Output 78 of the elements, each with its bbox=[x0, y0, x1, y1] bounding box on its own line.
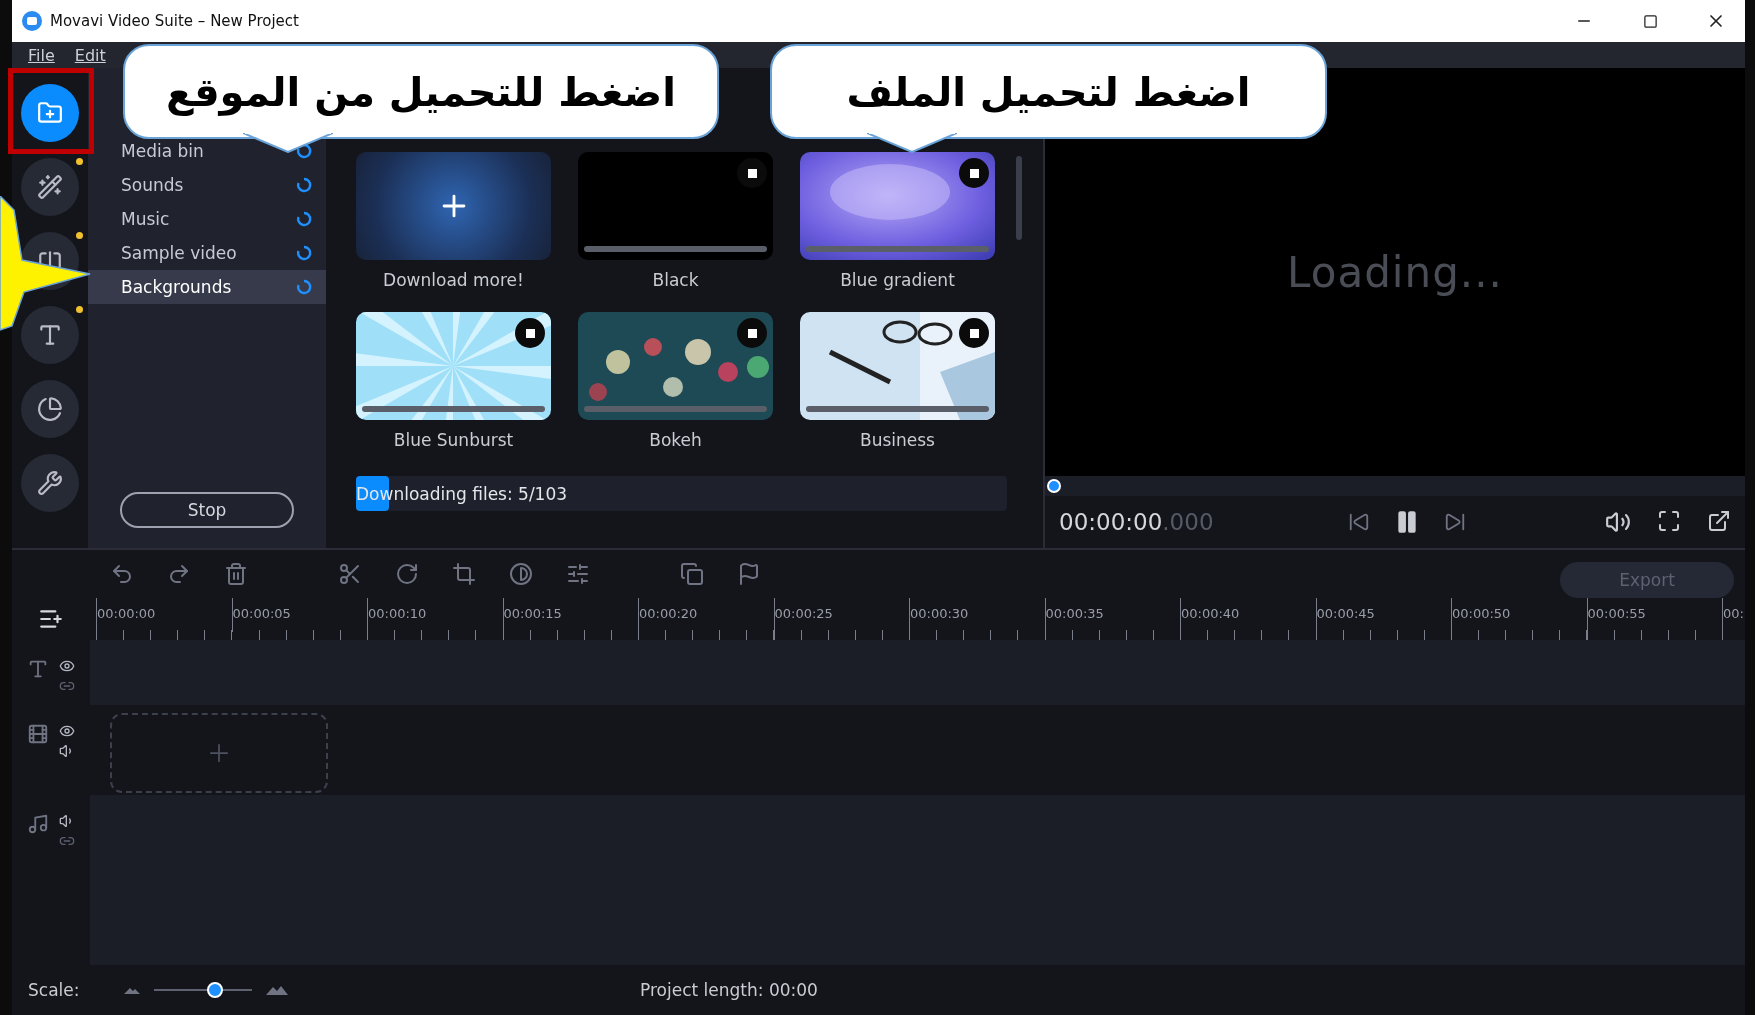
window-title: Movavi Video Suite – New Project bbox=[50, 12, 300, 30]
crop-icon[interactable] bbox=[452, 562, 476, 586]
category-item[interactable]: Sample video bbox=[88, 236, 326, 270]
ruler-label: 00:00:25 bbox=[773, 598, 909, 632]
scissors-icon[interactable] bbox=[338, 562, 362, 586]
text-size-icon bbox=[37, 322, 63, 348]
callout-text: اضغط لتحميل الملف bbox=[846, 68, 1251, 115]
ruler-label: 00:00:20 bbox=[638, 598, 774, 632]
category-item[interactable]: Sounds bbox=[88, 168, 326, 202]
ruler-label: 00:00:55 bbox=[1586, 598, 1722, 632]
fullscreen-icon[interactable] bbox=[1657, 509, 1681, 533]
loading-text: Loading... bbox=[1287, 247, 1503, 297]
thumbnail-label: Bokeh bbox=[649, 430, 702, 450]
scrollbar-thumb[interactable] bbox=[1016, 156, 1022, 240]
volume-icon[interactable] bbox=[1605, 509, 1631, 535]
thumbnail-label: Black bbox=[652, 270, 699, 290]
previous-icon[interactable] bbox=[1348, 511, 1370, 533]
project-length: Project length: 00:00 bbox=[640, 980, 818, 1000]
ruler-label: 00:00:10 bbox=[367, 598, 503, 632]
thumbnail-label: Blue gradient bbox=[840, 270, 955, 290]
spinner-icon bbox=[296, 245, 312, 261]
new-dot bbox=[76, 232, 83, 239]
redo-icon[interactable] bbox=[167, 562, 191, 586]
zoom-out-icon[interactable] bbox=[124, 986, 140, 994]
ruler-label: 00:00:35 bbox=[1044, 598, 1180, 632]
scale-label: Scale: bbox=[28, 980, 81, 1000]
slider-thumb[interactable] bbox=[206, 982, 223, 998]
spinner-icon bbox=[296, 177, 312, 193]
spinner-icon bbox=[296, 279, 312, 295]
eye-icon[interactable] bbox=[59, 723, 75, 739]
text-track-icon bbox=[27, 658, 49, 680]
spinner-icon bbox=[296, 143, 312, 159]
ruler-label: 00:00:15 bbox=[502, 598, 638, 632]
thumbnail-label: Blue Sunburst bbox=[393, 430, 514, 450]
maximize-icon[interactable] bbox=[1642, 13, 1658, 29]
music-icon bbox=[27, 813, 49, 835]
new-dot bbox=[76, 158, 83, 165]
detach-icon[interactable] bbox=[1707, 509, 1731, 533]
overlay-icon[interactable] bbox=[680, 562, 704, 586]
add-clip-zone[interactable] bbox=[110, 713, 328, 793]
callout-text: اضغط للتحميل من الموقع bbox=[166, 68, 676, 115]
film-icon bbox=[27, 723, 49, 745]
thumbnail-label: Business bbox=[860, 430, 935, 450]
seek-thumb[interactable] bbox=[1047, 479, 1061, 493]
sliders-icon[interactable] bbox=[566, 562, 590, 586]
ruler-label: 00:00:40 bbox=[1180, 598, 1316, 632]
spinner-icon bbox=[296, 211, 312, 227]
download-more-tile[interactable] bbox=[356, 152, 551, 260]
ruler-label: 00:00:30 bbox=[909, 598, 1045, 632]
app-logo-icon bbox=[22, 11, 42, 31]
magic-wand-icon bbox=[37, 174, 63, 200]
next-icon[interactable] bbox=[1444, 511, 1466, 533]
thumbnail-label: Download more! bbox=[383, 270, 524, 290]
flag-icon[interactable] bbox=[737, 562, 761, 586]
timecode: 00:00:00.000 bbox=[1059, 509, 1215, 535]
zoom-in-icon[interactable] bbox=[266, 985, 288, 995]
ruler-label: 00:00:00 bbox=[96, 598, 232, 632]
ruler-label: 00: bbox=[1722, 598, 1745, 632]
contrast-icon[interactable] bbox=[509, 562, 533, 586]
timeline-track[interactable] bbox=[90, 640, 1745, 705]
category-item[interactable]: Music bbox=[88, 202, 326, 236]
rotate-icon[interactable] bbox=[395, 562, 419, 586]
folder-plus-icon bbox=[37, 100, 63, 126]
ruler-label: 00:00:50 bbox=[1451, 598, 1587, 632]
menu-item[interactable]: File bbox=[28, 45, 55, 65]
menu-item[interactable]: Edit bbox=[74, 45, 106, 65]
ruler-label: 00:00:05 bbox=[231, 598, 367, 632]
undo-icon[interactable] bbox=[110, 562, 134, 586]
wrench-icon bbox=[37, 470, 63, 496]
tool-button[interactable] bbox=[21, 84, 79, 142]
delete-icon[interactable] bbox=[224, 562, 248, 586]
eye-icon[interactable] bbox=[59, 658, 75, 674]
stop-button[interactable]: Stop bbox=[120, 492, 294, 528]
timeline-track[interactable] bbox=[90, 795, 1745, 965]
ruler-label: 00:00:45 bbox=[1315, 598, 1451, 632]
pie-icon bbox=[37, 396, 63, 422]
new-dot bbox=[76, 306, 83, 313]
category-item[interactable]: Backgrounds bbox=[88, 270, 326, 304]
